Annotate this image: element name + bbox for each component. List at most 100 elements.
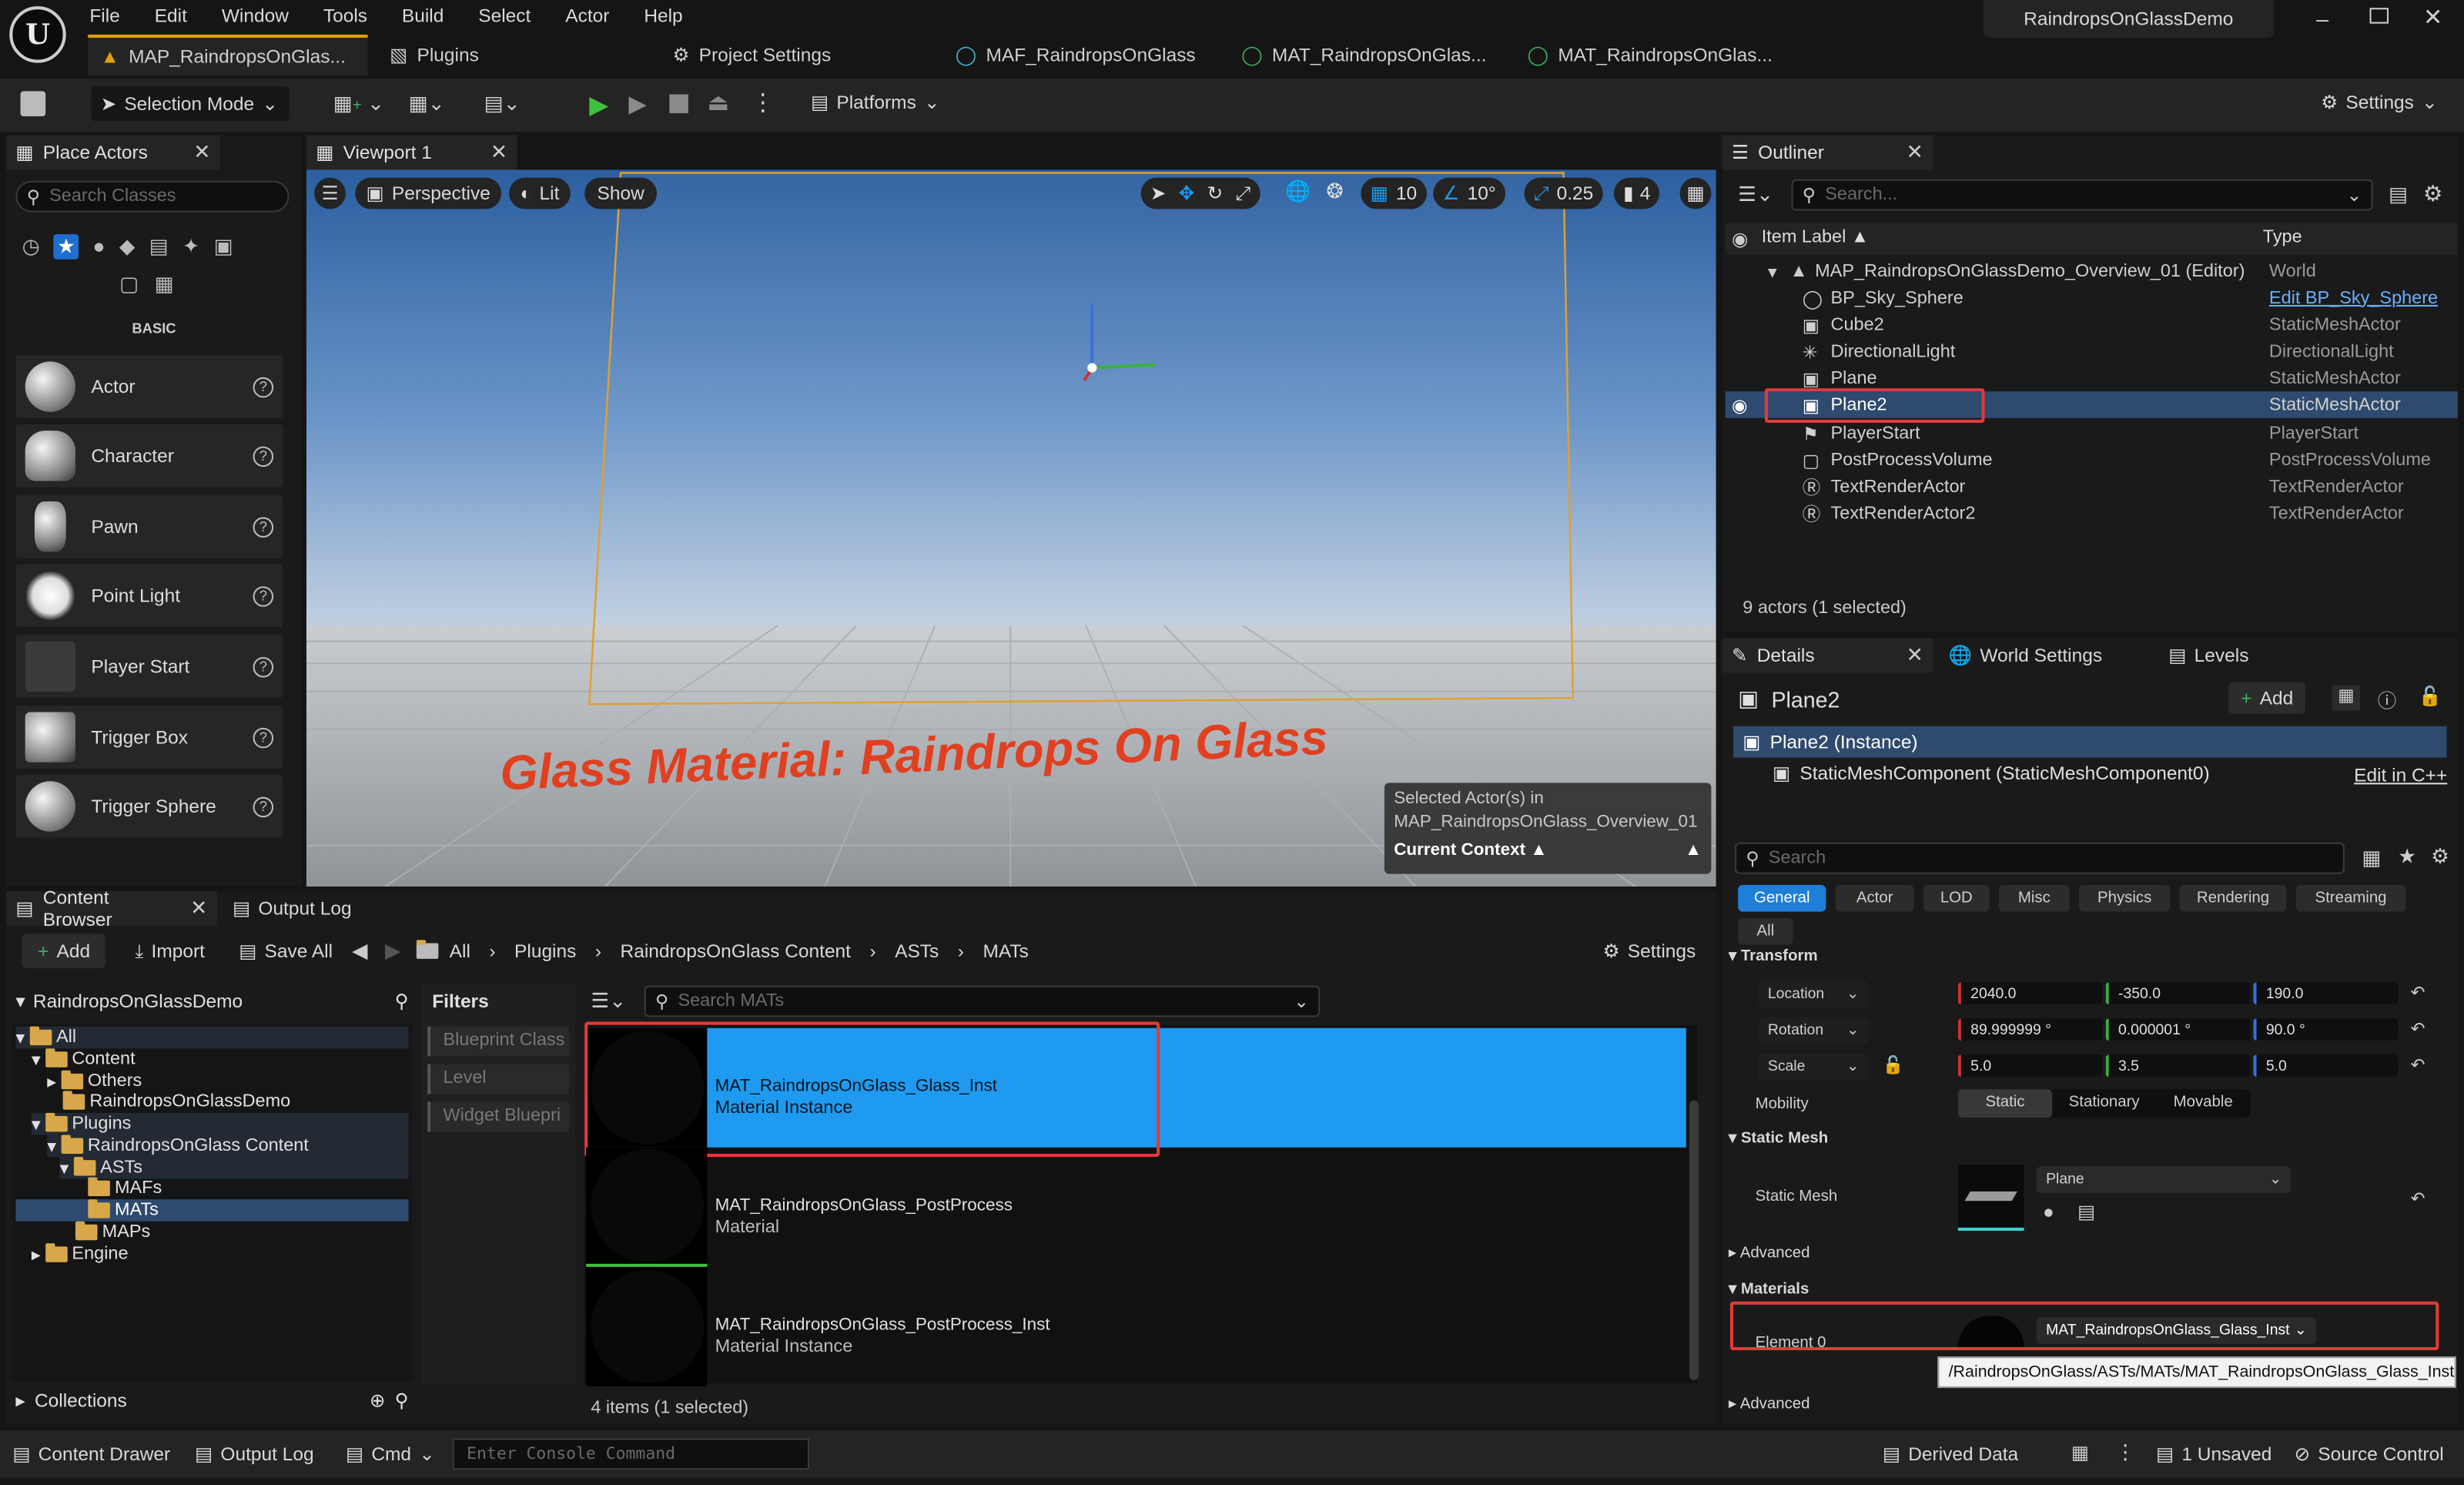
actor-item-trigger-box[interactable]: Trigger Box? <box>15 706 283 769</box>
category-all[interactable]: All <box>1738 917 1793 945</box>
menu-window[interactable]: Window <box>222 5 289 27</box>
play-step-button[interactable]: ▶ <box>628 89 651 118</box>
settings-button[interactable]: ⚙ Settings ⌄ <box>2321 91 2437 113</box>
help-icon[interactable]: ? <box>253 656 274 677</box>
visibility-eye-icon[interactable]: ◉ <box>1732 394 1748 415</box>
section-advanced-static-mesh[interactable]: ▸ Advanced <box>1729 1245 1810 1262</box>
tree-maps[interactable]: MAPs <box>75 1221 150 1244</box>
category-rendering[interactable]: Rendering <box>2179 884 2287 912</box>
details-settings-icon[interactable]: ⚙ <box>2431 844 2449 870</box>
filter-widget-blueprint[interactable]: Widget Bluepri <box>427 1101 569 1132</box>
maximize-button[interactable] <box>2369 8 2389 24</box>
outliner-row-post-process-volume[interactable]: ▢ PostProcessVolume PostProcessVolume <box>1726 447 2458 474</box>
menu-tools[interactable]: Tools <box>323 5 367 27</box>
tab-viewport[interactable]: ▦ Viewport 1 ✕ <box>306 135 517 170</box>
category-physics[interactable]: Physics <box>2078 884 2171 912</box>
derived-data-button[interactable]: ▤ Derived Data <box>1883 1436 2018 1471</box>
outliner-row-bp-sky-sphere[interactable]: ◯ BP_Sky_Sphere Edit BP_Sky_Sphere <box>1726 284 2458 311</box>
volumes-icon[interactable]: ▢ <box>119 272 139 297</box>
tab-world-settings[interactable]: 🌐 World Settings <box>1949 639 2103 673</box>
outliner-settings-icon[interactable]: ⚙ <box>2423 181 2443 208</box>
blueprint-convert-icon[interactable]: ▦ <box>2332 685 2361 711</box>
browse-to-asset-icon[interactable]: ● <box>2043 1201 2054 1223</box>
filter-blueprint-class[interactable]: Blueprint Class <box>427 1026 569 1057</box>
world-local-icon[interactable]: 🌐 <box>1285 179 1311 205</box>
component-row[interactable]: ▣ StaticMeshComponent (StaticMeshComponen… <box>1773 763 2210 785</box>
selection-mode-button[interactable]: ➤ Selection Mode ⌄ <box>91 86 290 122</box>
actor-item-actor[interactable]: Actor? <box>15 355 283 418</box>
reset-rotation-icon[interactable]: ↶ <box>2411 1018 2426 1038</box>
scale-lock-icon[interactable]: 🔓 <box>1883 1054 1904 1074</box>
category-streaming[interactable]: Streaming <box>2295 884 2406 912</box>
tab-output-log[interactable]: ▤ Output Log <box>233 891 352 926</box>
camera-speed-button[interactable]: ▮ 4 <box>1613 177 1660 210</box>
all-classes-icon[interactable]: ▦ <box>155 272 174 297</box>
show-button[interactable]: Show <box>584 177 658 210</box>
tab-plugins[interactable]: ▧ Plugins <box>377 35 491 75</box>
scale-tool-icon[interactable]: ⤢ <box>1235 182 1250 206</box>
mobility-stationary[interactable]: Stationary <box>2052 1089 2156 1118</box>
tree-asts[interactable]: ▾ ASTs <box>59 1157 409 1179</box>
breadcrumb-plugins[interactable]: Plugins <box>514 940 576 962</box>
tree-others[interactable]: ▸ Others <box>47 1070 142 1092</box>
scale-dropdown[interactable]: Scale ⌄ <box>1758 1053 1869 1081</box>
outliner-row-text-render-actor2[interactable]: Ⓡ TextRenderActor2 TextRenderActor <box>1726 500 2458 527</box>
more-options-icon[interactable]: ⋮ <box>2115 1440 2136 1465</box>
add-component-button[interactable]: + Add <box>2228 682 2306 714</box>
add-content-icon[interactable]: ▦+ ⌄ <box>333 91 385 116</box>
category-actor[interactable]: Actor <box>1835 884 1914 912</box>
viewport-menu-button[interactable]: ☰ <box>314 177 346 210</box>
help-icon[interactable]: ? <box>253 585 274 606</box>
lights-icon[interactable]: ● <box>92 234 105 260</box>
search-classes-input[interactable]: ⚲ Search Classes <box>15 180 290 213</box>
move-tool-icon[interactable]: ✥ <box>1179 183 1195 205</box>
perspective-button[interactable]: ▣ Perspective <box>355 177 502 210</box>
minimize-button[interactable]: – <box>2316 6 2338 32</box>
scale-z-field[interactable]: 5.0 <box>2253 1054 2399 1077</box>
save-icon[interactable] <box>20 91 46 117</box>
console-command-input[interactable]: Enter Console Command <box>452 1438 810 1470</box>
scale-snap-button[interactable]: ⤢ 0.25 <box>1524 177 1603 210</box>
tree-mafs[interactable]: MAFs <box>88 1177 162 1200</box>
close-window-button[interactable]: ✕ <box>2423 3 2443 32</box>
shapes-icon[interactable]: ◆ <box>119 234 135 260</box>
outliner-row-player-start[interactable]: ⚑ PlayerStart PlayerStart <box>1726 420 2458 447</box>
close-icon[interactable]: ✕ <box>1907 643 1923 669</box>
help-icon[interactable]: ? <box>253 796 274 817</box>
filter-icon[interactable]: ☰⌄ <box>1738 183 1773 208</box>
tab-place-actors[interactable]: ▦ Place Actors ✕ <box>6 135 220 170</box>
filter-level[interactable]: Level <box>427 1064 569 1094</box>
unreal-logo[interactable]: U <box>9 6 66 63</box>
cinematic-icon[interactable]: ▤ <box>149 234 169 260</box>
more-options-icon[interactable]: ⋮ <box>752 88 775 116</box>
item-label-header[interactable]: Item Label ▲ <box>1762 228 1869 246</box>
cb-settings-button[interactable]: ⚙ Settings <box>1603 934 1696 968</box>
section-advanced-materials[interactable]: ▸ Advanced <box>1729 1396 1810 1413</box>
collections-header[interactable]: ▸ Collections ⊕ ⚲ <box>15 1389 408 1415</box>
outliner-row-cube2[interactable]: ▣ Cube2 StaticMeshActor <box>1726 311 2458 338</box>
add-folder-icon[interactable]: ▤ <box>2389 183 2408 208</box>
lit-button[interactable]: ◐ Lit <box>509 177 571 210</box>
outliner-row-plane[interactable]: ▣ Plane StaticMeshActor <box>1726 364 2458 391</box>
section-transform[interactable]: ▾ Transform <box>1729 948 1818 964</box>
location-x-field[interactable]: 2040.0 <box>1957 982 2103 1005</box>
static-mesh-thumbnail[interactable] <box>1957 1165 2024 1231</box>
viewport-layout-icon[interactable]: ▦ <box>1679 177 1712 210</box>
rotate-tool-icon[interactable]: ↻ <box>1207 183 1224 205</box>
output-log-button[interactable]: ▤ Output Log <box>195 1436 314 1471</box>
geometry-icon[interactable]: ▣ <box>214 234 233 260</box>
help-icon[interactable]: ⓘ <box>2378 687 2397 714</box>
location-z-field[interactable]: 190.0 <box>2253 982 2399 1005</box>
help-icon[interactable]: ? <box>253 726 274 748</box>
visual-effects-icon[interactable]: ✦ <box>182 234 199 260</box>
search-icon[interactable]: ⚲ <box>395 1389 409 1415</box>
static-mesh-dropdown[interactable]: Plane ⌄ <box>2036 1166 2292 1193</box>
rotation-y-field[interactable]: 0.000001 ° <box>2105 1018 2251 1041</box>
edit-in-cpp-link[interactable]: Edit in C++ <box>2354 764 2447 786</box>
lock-icon[interactable]: 🔓 <box>2419 686 2442 708</box>
outliner-row-directional-light[interactable]: ✳ DirectionalLight DirectionalLight <box>1726 338 2458 365</box>
component-instance-row[interactable]: ▣ Plane2 (Instance) <box>1733 726 2447 758</box>
tab-levels[interactable]: ▤ Levels <box>2168 639 2248 673</box>
menu-select[interactable]: Select <box>478 5 531 27</box>
actor-item-pawn[interactable]: Pawn? <box>15 494 283 558</box>
